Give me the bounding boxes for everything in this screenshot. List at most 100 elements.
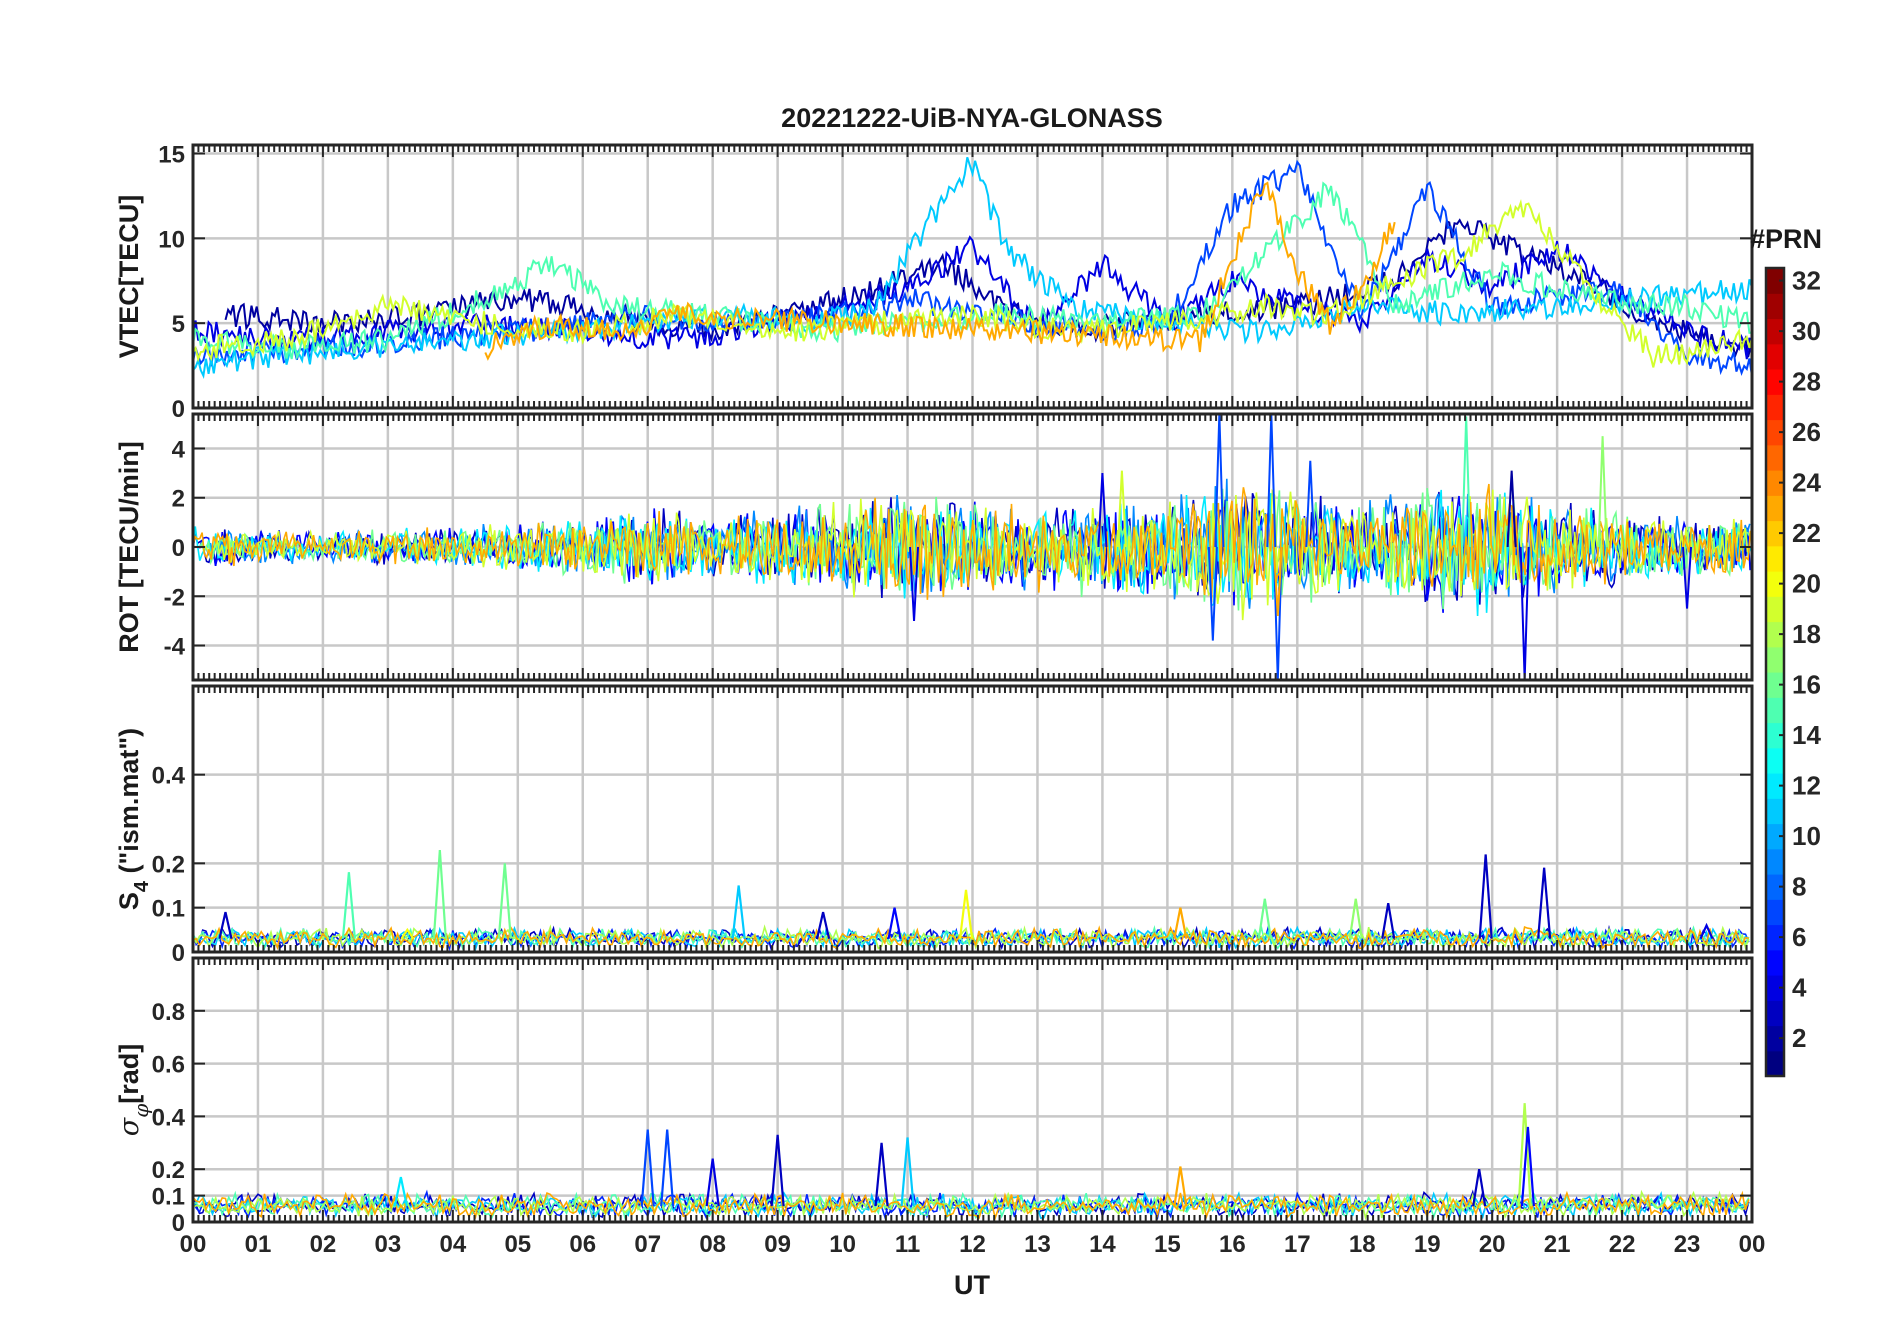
colorbar-segment xyxy=(1766,949,1784,976)
colorbar-tick-label: 24 xyxy=(1792,468,1821,498)
colorbar-tick-label: 4 xyxy=(1792,973,1807,1003)
x-tick-label: 22 xyxy=(1609,1231,1636,1258)
colorbar-tick-label: 12 xyxy=(1792,771,1821,801)
colorbar-tick-label: 20 xyxy=(1792,569,1821,599)
x-tick-label: 13 xyxy=(1024,1231,1051,1258)
colorbar-tick-label: 26 xyxy=(1792,417,1821,447)
panel-vtec: 0 5 10 15 VTEC[TECU] xyxy=(114,141,1754,423)
x-tick-label: 02 xyxy=(310,1231,337,1258)
colorbar-tick-label: 28 xyxy=(1792,367,1821,397)
colorbar-segment xyxy=(1766,394,1784,421)
x-tick-label: 19 xyxy=(1414,1231,1441,1258)
colorbar-segment xyxy=(1766,697,1784,724)
data-sigma xyxy=(193,1103,1750,1222)
data-s4 xyxy=(193,849,1750,952)
y-tick-label: 2 xyxy=(172,486,185,513)
y-tick-label: 0.4 xyxy=(152,763,186,790)
x-tick-label: 18 xyxy=(1349,1231,1376,1258)
x-axis: 00 01 02 03 04 05 06 07 08 09 10 11 12 13 14 15 16 17 18 19… xyxy=(180,1231,1766,1258)
colorbar-tick-label: 30 xyxy=(1792,316,1821,346)
x-tick-label: 01 xyxy=(245,1231,272,1258)
y-tick-label: 0 xyxy=(172,396,185,423)
s4-spike xyxy=(816,911,831,939)
x-axis-label: UT xyxy=(954,1270,990,1300)
colorbar-tick-label: 32 xyxy=(1792,266,1821,296)
colorbar-segment xyxy=(1766,545,1784,572)
y-tick-label: 0.4 xyxy=(152,1104,186,1131)
x-tick-label: 06 xyxy=(569,1231,596,1258)
colorbar-segment xyxy=(1766,343,1784,370)
y-tick-label: 0.8 xyxy=(152,999,185,1026)
s4-spike xyxy=(1478,854,1493,939)
y-tick-label: 0.2 xyxy=(152,1157,185,1184)
y-tick-label: 4 xyxy=(172,436,186,463)
colorbar-segment xyxy=(1766,1050,1784,1077)
y-tick-label: 10 xyxy=(158,226,185,253)
x-tick-label: 04 xyxy=(439,1231,466,1258)
colorbar-tick-label: 8 xyxy=(1792,872,1806,902)
x-tick-label: 00 xyxy=(1739,1231,1766,1258)
chart-title: 20221222-UiB-NYA-GLONASS xyxy=(781,103,1163,133)
colorbar-tick-label: 16 xyxy=(1792,670,1821,700)
s4-spike xyxy=(731,885,746,939)
grid-s4 xyxy=(193,686,1752,952)
sigma-spike xyxy=(393,1176,408,1207)
x-tick-label: 08 xyxy=(699,1231,726,1258)
colorbar-segment xyxy=(1766,1000,1784,1027)
colorbar-segment xyxy=(1766,646,1784,673)
colorbar-segment xyxy=(1766,495,1784,522)
panels: 0 5 10 15 VTEC[TECU] -4 -2 0 2 4 ROT [TECU/min] 0 0.… xyxy=(114,141,1754,1237)
colorbar-segment xyxy=(1766,747,1784,774)
y-tick-label: 15 xyxy=(158,141,185,168)
x-tick-label: 16 xyxy=(1219,1231,1246,1258)
sigma-spike xyxy=(1472,1169,1487,1207)
x-tick-label: 17 xyxy=(1284,1231,1311,1258)
y-tick-label: -4 xyxy=(164,634,186,661)
y-tick-label: 0.1 xyxy=(152,1184,185,1211)
y-tick-label: -2 xyxy=(164,584,185,611)
panel-rot: -4 -2 0 2 4 ROT [TECU/min] xyxy=(114,412,1754,682)
y-tick-label: 0.2 xyxy=(152,851,185,878)
ticks-s4: 0 0.1 0.2 0.4 xyxy=(152,686,1753,967)
colorbar-segment xyxy=(1766,444,1784,471)
colorbar-title: #PRN xyxy=(1750,224,1822,254)
y-axis-label-sigma: σφ[rad] xyxy=(114,1044,153,1136)
x-tick-label: 15 xyxy=(1154,1231,1181,1258)
y-axis-label-vtec: VTEC[TECU] xyxy=(114,195,144,359)
colorbar-tick-label: 22 xyxy=(1792,518,1821,548)
s4-spike xyxy=(497,863,512,939)
y-axis-label-rot: ROT [TECU/min] xyxy=(114,441,144,652)
x-tick-label: 21 xyxy=(1544,1231,1571,1258)
x-tick-label: 12 xyxy=(959,1231,986,1258)
chart: 20221222-UiB-NYA-GLONASS 051015VTEC[TECU… xyxy=(114,103,1822,1300)
sigma-spike xyxy=(1173,1166,1188,1207)
x-tick-label: 03 xyxy=(375,1231,402,1258)
x-tick-label: 23 xyxy=(1674,1231,1701,1258)
panel-sigma: 00.10.20.40.60.8σφ[rad] xyxy=(114,956,1754,1237)
colorbar-segment xyxy=(1766,596,1784,623)
colorbar-segment xyxy=(1766,798,1784,825)
x-tick-label: 14 xyxy=(1089,1231,1116,1258)
y-tick-label: 5 xyxy=(172,311,185,338)
grid-sigma xyxy=(193,958,1752,1222)
x-tick-label: 05 xyxy=(504,1231,531,1258)
colorbar-segment xyxy=(1766,899,1784,926)
x-tick-label: 20 xyxy=(1479,1231,1506,1258)
colorbar-tick-label: 18 xyxy=(1792,619,1821,649)
colorbar-tick-label: 14 xyxy=(1792,720,1821,750)
colorbar-tick-label: 10 xyxy=(1792,821,1821,851)
y-tick-label: 0.6 xyxy=(152,1052,185,1079)
colorbar-tick-label: 6 xyxy=(1792,922,1806,952)
x-tick-label: 11 xyxy=(895,1231,920,1258)
sigma-spike xyxy=(1517,1103,1532,1207)
y-tick-label: 0 xyxy=(172,535,185,562)
panel-s4: 0 0.1 0.2 0.4S4 ("ism.mat") xyxy=(114,684,1754,967)
y-axis-label-s4: S4 ("ism.mat") xyxy=(114,728,153,910)
colorbar-segment xyxy=(1766,848,1784,875)
colorbar: 2468101214161820222426283032 xyxy=(1764,266,1821,1078)
x-tick-label: 00 xyxy=(180,1231,207,1258)
y-tick-label: 0 xyxy=(172,940,185,967)
x-tick-label: 09 xyxy=(764,1231,791,1258)
x-tick-label: 07 xyxy=(634,1231,661,1258)
colorbar-tick-label: 2 xyxy=(1792,1023,1806,1053)
